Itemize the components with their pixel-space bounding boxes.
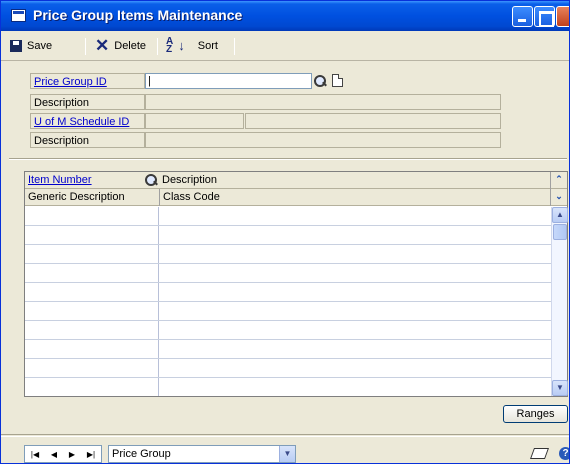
table-cell[interactable] <box>25 321 159 339</box>
item-lookup-icon[interactable] <box>144 173 158 187</box>
toolbar-separator <box>157 38 158 55</box>
delete-label: Delete <box>114 40 147 52</box>
table-row[interactable] <box>25 207 552 226</box>
title-bar[interactable]: Price Group Items Maintenance <box>1 1 569 31</box>
sort-dropdown-arrow: ↓ <box>178 38 185 53</box>
price-group-description-field <box>145 94 501 110</box>
toolbar-separator <box>85 38 86 55</box>
delete-icon: ✕ <box>95 36 110 55</box>
vertical-scrollbar[interactable]: ▲ ▼ <box>551 207 568 396</box>
window-title: Price Group Items Maintenance <box>33 7 243 23</box>
description-header: Description <box>162 174 218 186</box>
uofm-schedule-extra-field <box>245 113 501 129</box>
price-group-id-link[interactable]: Price Group ID <box>30 73 145 89</box>
maximize-button[interactable] <box>534 6 555 27</box>
grid-header-row1: Item Number Description ⌃ <box>25 172 567 189</box>
note-icon[interactable] <box>529 448 550 459</box>
status-bar: |◀ ◀ ▶ ▶| Price Group ▼ ? <box>1 434 569 463</box>
minimize-button[interactable] <box>512 6 533 27</box>
description2-label: Description <box>30 132 145 148</box>
new-document-icon[interactable] <box>332 74 343 87</box>
table-row[interactable] <box>25 302 552 321</box>
save-label: Save <box>27 40 53 52</box>
lookup-icon[interactable] <box>313 74 327 88</box>
delete-button[interactable]: ✕ Delete <box>95 36 147 55</box>
record-navigation: |◀ ◀ ▶ ▶| <box>24 445 102 463</box>
table-row[interactable] <box>25 245 552 264</box>
sort-label: Sort <box>197 40 218 52</box>
table-cell[interactable] <box>25 226 159 244</box>
sort-button[interactable]: AZ ↓ Sort <box>166 36 218 55</box>
previous-record-button[interactable]: ◀ <box>51 450 57 459</box>
scroll-down-button[interactable]: ▼ <box>552 380 568 396</box>
sort-icon: AZ <box>166 36 174 55</box>
first-record-button[interactable]: |◀ <box>31 450 39 459</box>
uofm-schedule-id-field <box>145 113 244 129</box>
table-row[interactable] <box>25 264 552 283</box>
status-bar-inner: |◀ ◀ ▶ ▶| Price Group ▼ ? <box>1 436 569 463</box>
description-label: Description <box>30 94 145 110</box>
close-button[interactable] <box>556 6 569 27</box>
expand-rows-button[interactable]: ⌄ <box>551 189 567 205</box>
table-row[interactable] <box>25 226 552 245</box>
uofm-description-field <box>145 132 501 148</box>
table-row[interactable] <box>25 340 552 359</box>
save-button[interactable]: Save <box>10 38 52 54</box>
help-icon[interactable]: ? <box>559 447 569 460</box>
table-cell[interactable] <box>25 359 159 377</box>
last-record-button[interactable]: ▶| <box>87 450 95 459</box>
table-row[interactable] <box>25 283 552 302</box>
toolbar: Save ✕ Delete AZ ↓ Sort <box>1 31 569 61</box>
price-group-id-input[interactable]: | <box>145 73 312 89</box>
window: Price Group Items Maintenance Save ✕ Del… <box>0 0 570 464</box>
browse-by-value: Price Group <box>112 448 171 460</box>
grid-header-row2: Generic Description Class Code ⌄ <box>25 189 567 206</box>
table-cell[interactable] <box>25 264 159 282</box>
table-row[interactable] <box>25 378 552 397</box>
table-cell[interactable] <box>25 340 159 358</box>
table-cell[interactable] <box>25 378 159 396</box>
uofm-schedule-id-link[interactable]: U of M Schedule ID <box>30 113 145 129</box>
ranges-button[interactable]: Ranges <box>503 405 568 423</box>
browse-by-select[interactable]: Price Group ▼ <box>108 445 296 463</box>
table-cell[interactable] <box>25 245 159 263</box>
scroll-thumb[interactable] <box>553 224 567 240</box>
scroll-up-button[interactable]: ▲ <box>552 207 568 223</box>
table-row[interactable] <box>25 359 552 378</box>
divider <box>9 158 567 160</box>
table-row[interactable] <box>25 321 552 340</box>
generic-description-header: Generic Description <box>28 191 125 203</box>
items-grid: Item Number Description ⌃ Generic Descri… <box>24 171 568 397</box>
chevron-down-icon[interactable]: ▼ <box>279 446 295 462</box>
table-cell[interactable] <box>25 207 159 225</box>
save-icon <box>10 40 22 52</box>
table-cell[interactable] <box>25 302 159 320</box>
table-cell[interactable] <box>25 283 159 301</box>
collapse-rows-button[interactable]: ⌃ <box>551 172 567 188</box>
class-code-header: Class Code <box>163 191 220 203</box>
next-record-button[interactable]: ▶ <box>69 450 75 459</box>
window-icon <box>11 9 26 22</box>
toolbar-separator <box>234 38 235 55</box>
item-number-header[interactable]: Item Number <box>25 172 143 189</box>
